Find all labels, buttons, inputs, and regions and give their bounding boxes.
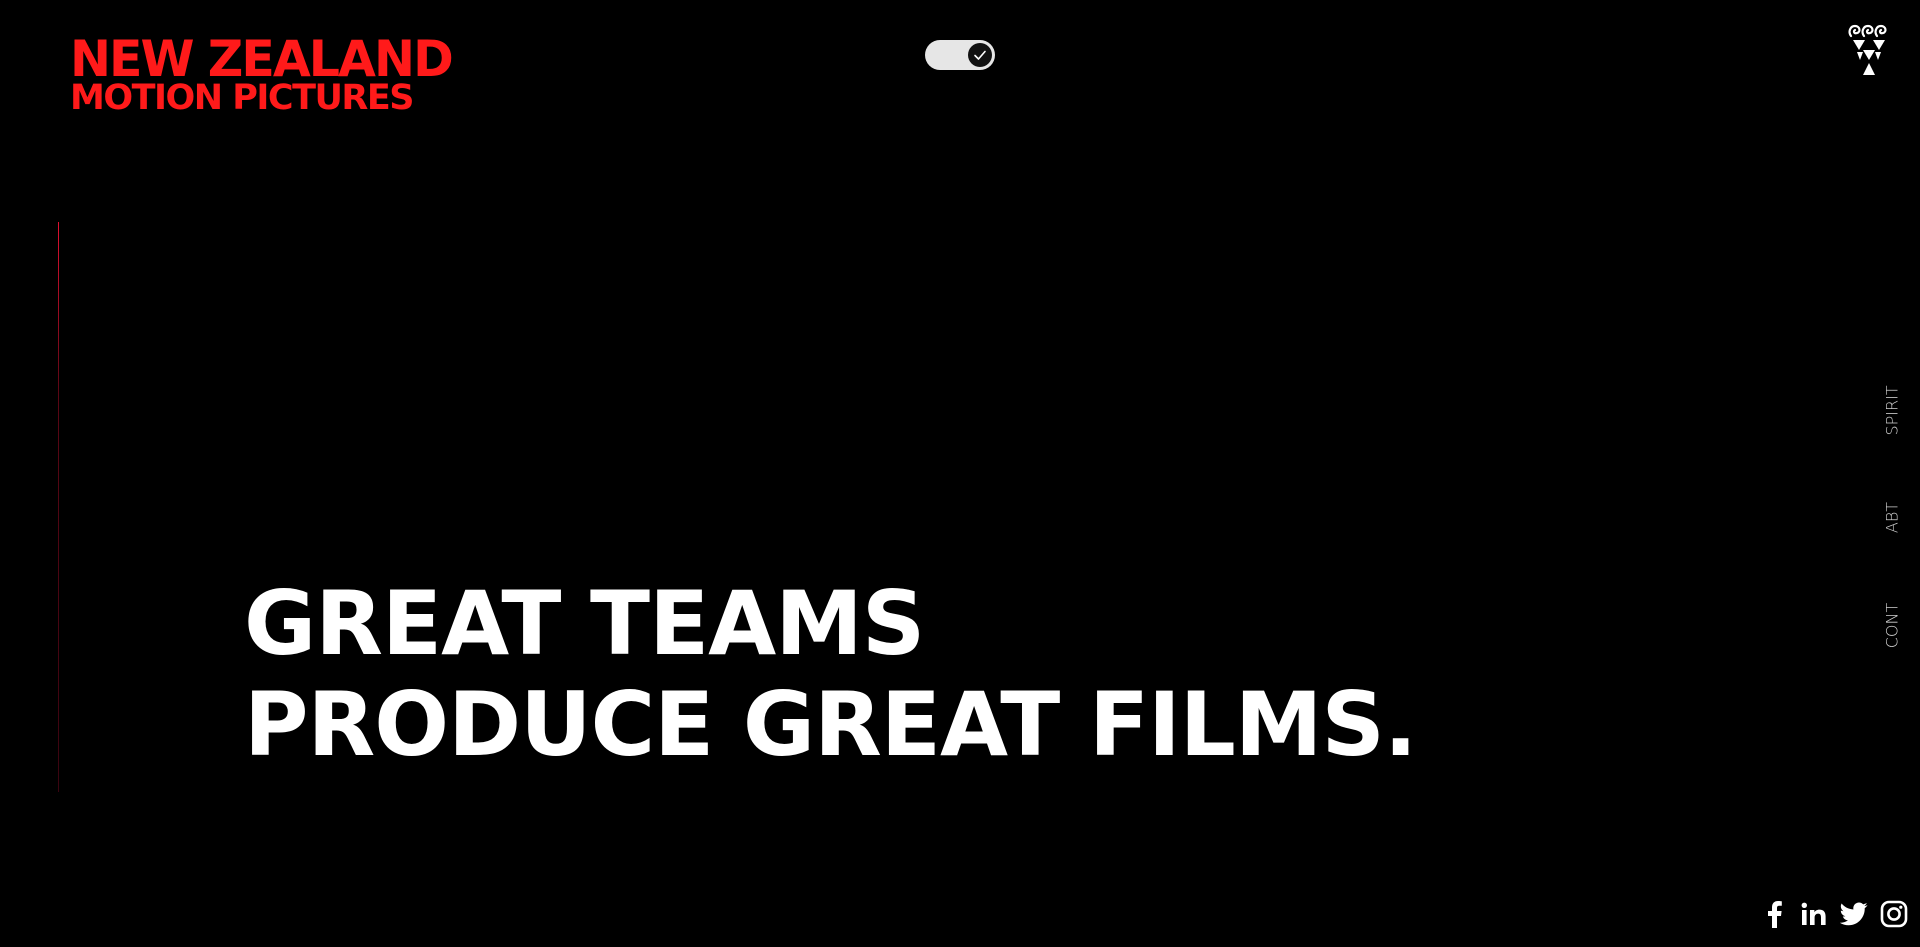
hero-line-1: GREAT TEAMS [244,572,925,675]
side-nav-item-cont[interactable]: CONT [1883,602,1902,650]
social-links [1760,897,1908,931]
facebook-icon[interactable] [1760,900,1788,928]
twitter-icon[interactable] [1840,900,1868,928]
side-nav-item-abt[interactable]: ABT [1883,494,1902,542]
hero-line-2: PRODUCE GREAT FILMS. [244,673,1417,776]
side-nav-item-spirit[interactable]: SPIRIT [1883,385,1902,435]
side-nav: SPIRIT ABT CONT [1868,0,1916,947]
logo-line-1: NEW ZEALAND [70,30,454,88]
check-icon [974,50,986,60]
decorative-rule [58,222,59,792]
instagram-icon[interactable] [1880,900,1908,928]
hero-headline: GREAT TEAMS PRODUCE GREAT FILMS. [244,572,1417,776]
theme-toggle[interactable] [925,40,995,70]
page: NEW ZEALAND MOTION PICTURES GREAT TEAMS … [0,0,1920,947]
toggle-knob [968,43,992,67]
linkedin-icon[interactable] [1800,900,1828,928]
site-logo[interactable]: NEW ZEALAND MOTION PICTURES [70,30,460,116]
